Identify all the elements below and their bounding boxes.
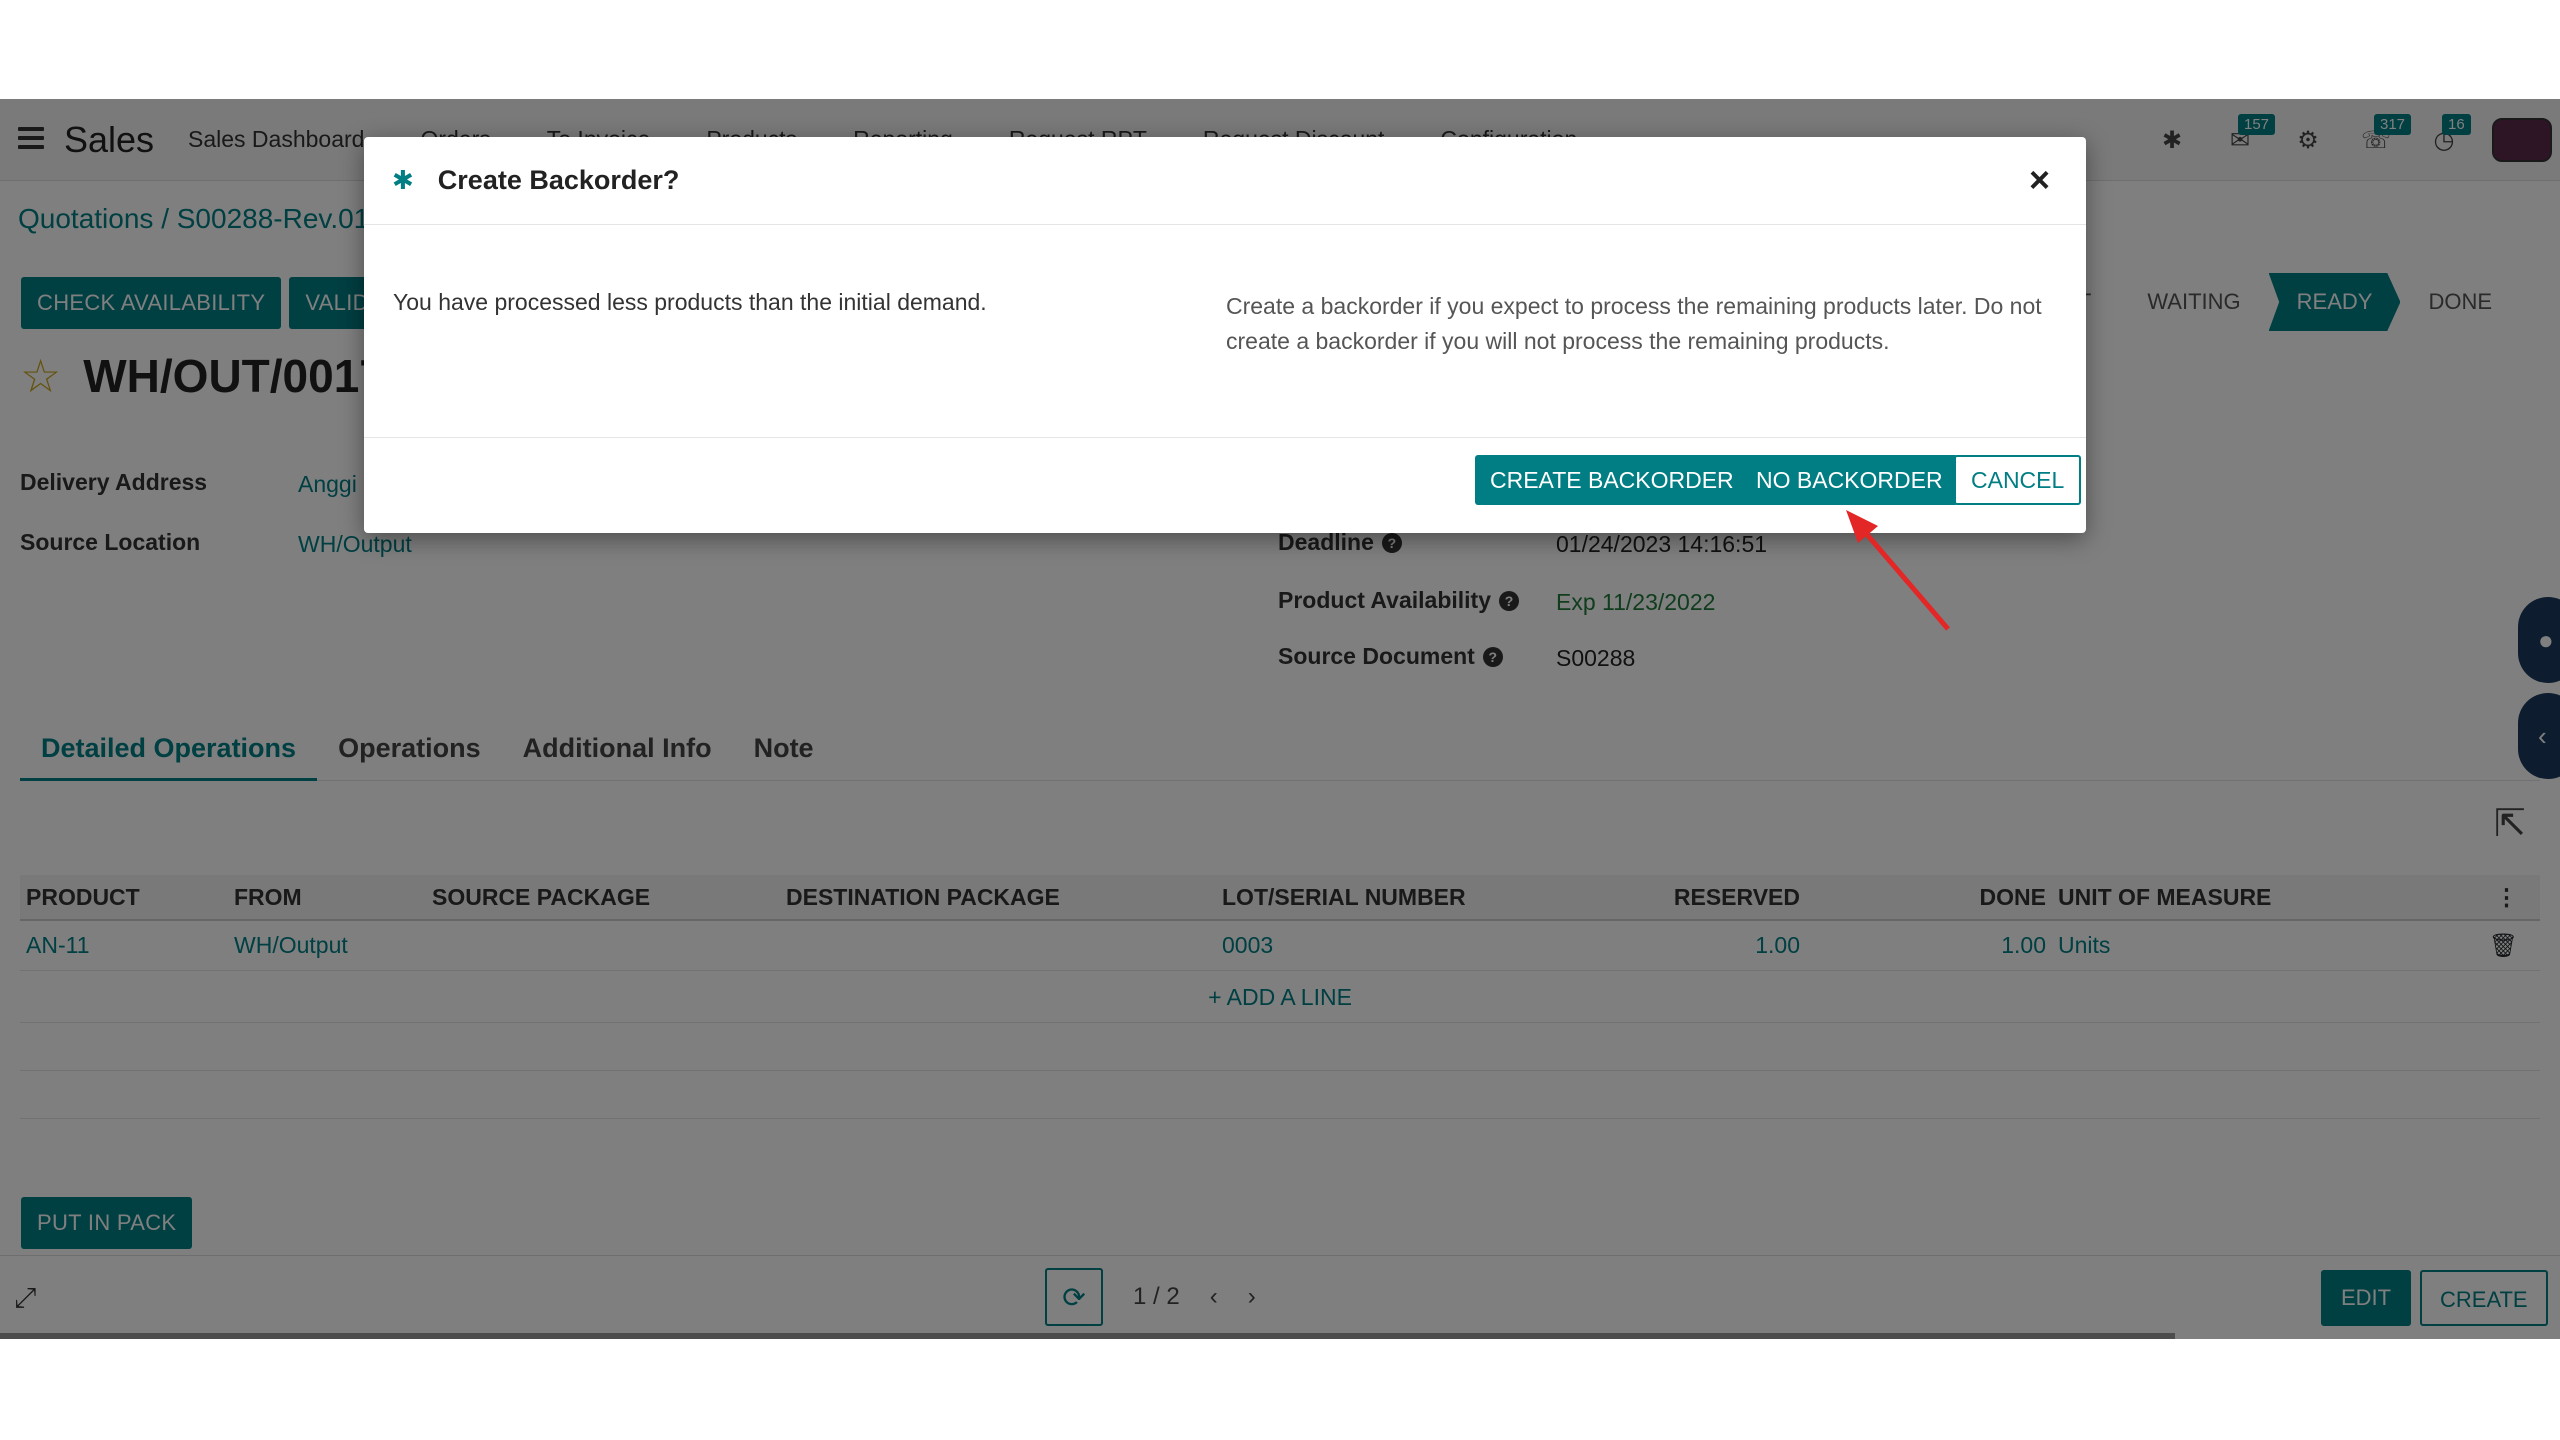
dialog-message-left: You have processed less products than th…: [393, 289, 987, 315]
dialog-header: ✱ Create Backorder? ×: [364, 137, 2086, 225]
close-icon[interactable]: ×: [2029, 159, 2050, 201]
bug-icon: ✱: [392, 165, 414, 195]
create-backorder-dialog: ✱ Create Backorder? × You have processed…: [364, 137, 2086, 533]
app-screen: Sales Sales Dashboard Orders To Invoice …: [0, 99, 2560, 1339]
dialog-footer: CREATE BACKORDER NO BACKORDER CANCEL: [364, 438, 2086, 532]
dialog-body: You have processed less products than th…: [364, 225, 2086, 438]
dialog-message-right: Create a backorder if you expect to proc…: [1226, 293, 2042, 354]
create-backorder-button[interactable]: CREATE BACKORDER: [1475, 455, 1749, 505]
dialog-title: Create Backorder?: [437, 165, 680, 195]
no-backorder-button[interactable]: NO BACKORDER: [1741, 455, 1958, 505]
cancel-button[interactable]: CANCEL: [1954, 455, 2082, 505]
